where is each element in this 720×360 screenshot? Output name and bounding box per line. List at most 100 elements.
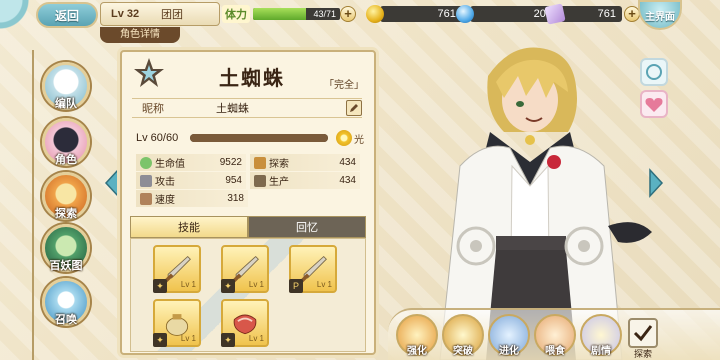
stat-explore: 探索 434 [250,154,360,171]
tab-skills[interactable]: 技能 [130,216,248,238]
evolve-button[interactable]: 进化 [488,314,530,357]
add-stamina-button[interactable]: + [340,6,356,22]
character-detail-card: 土蜘蛛 「完全」 昵称 土蜘蛛 Lv 60/60 光 生命值 9522 探索 4… [120,50,376,355]
skill-level: Lv 1 [248,334,264,343]
skill-type-badge: ✦ [221,279,235,293]
heart-icon [140,156,152,169]
ticket-amount: 761 [560,6,622,22]
explore-icon [254,156,266,169]
edit-nickname-button[interactable] [346,100,362,116]
skill-level: Lv 1 [180,334,196,343]
experience-bar-fill [190,134,328,142]
character-name: 土蜘蛛 [219,66,285,90]
crystal-currency: 202 [456,4,558,24]
checkmark-icon [633,325,653,342]
light-element-icon [336,130,352,146]
stat-value: 954 [225,175,242,186]
ticket-icon [544,3,566,25]
page-subtitle: 角色详情 [100,27,180,43]
sidebar-item-formation[interactable]: 编队 [42,62,90,110]
stat-label: 生命值 [155,159,185,170]
stat-label: 攻击 [155,177,175,188]
boot-icon [140,192,152,205]
sidebar-item-label: 召唤 [55,314,77,326]
element-label: 光 [354,134,364,146]
stat-attack: 攻击 954 [136,172,246,189]
action-label: 进化 [499,346,519,357]
enhance-button[interactable]: 强化 [396,314,438,357]
skill-type-badge: ✦ [221,333,235,347]
skill-type-badge: ✦ [153,333,167,347]
tab-memory[interactable]: 回忆 [248,216,366,238]
sidebar-item-label: 探索 [55,208,77,220]
sidebar-item-summon[interactable]: 召唤 [42,278,90,326]
stamina-label: 体力 [222,5,250,23]
main-menu-button[interactable]: 主界面 [638,0,682,30]
character-level: Lv 60/60 [136,132,179,144]
pencil-icon [350,104,358,112]
character-level-row: Lv 60/60 光 [136,130,364,146]
skill-slot[interactable]: P Lv 1 [289,245,337,293]
action-label: 突破 [453,346,473,357]
skill-type-badge: P [289,279,303,293]
gold-currency: 7616 [366,4,468,24]
nickname-label: 昵称 [142,103,164,115]
refresh-icon [646,64,662,80]
production-icon [254,174,266,187]
select-checkbox[interactable]: 探索 [628,318,658,359]
breakthrough-button[interactable]: 突破 [442,314,484,357]
star-rank-icon [134,58,164,87]
sword-icon [140,174,152,187]
stat-value: 434 [339,175,356,186]
action-label: 喂食 [545,346,565,357]
skill-slot[interactable]: ✦ Lv 1 [153,299,201,347]
player-info-panel: Lv 32 团团 [100,2,220,26]
stamina-bar: 43/71 [253,8,340,20]
stat-row: 速度 318 [136,190,364,207]
story-button[interactable]: 剧情 [580,314,622,357]
sidebar-item-label: 百妖图 [49,260,83,272]
back-button[interactable]: 返回 [36,2,98,28]
skill-slot[interactable]: ✦ Lv 1 [221,299,269,347]
complete-tag: 「完全」 [324,80,364,91]
sidebar-item-character[interactable]: 角色 [42,118,90,166]
sidebar-item-label: 角色 [55,154,77,166]
stat-value: 318 [227,193,244,204]
previous-character-arrow-icon[interactable] [104,168,120,198]
skill-level: Lv 1 [248,280,264,289]
experience-bar [190,134,328,142]
corner-decoration [0,0,42,42]
top-bar: 返回 Lv 32 团团 体力 43/71 + 7616 202 761 + 主界… [0,0,720,42]
skill-level: Lv 1 [316,280,332,289]
stat-label: 探索 [269,159,289,170]
action-label: 剧情 [591,346,611,357]
ticket-currency: 761 + [544,3,640,25]
skills-panel: ✦ Lv 1 ✦ Lv 1 P Lv 1 ✦ Lv 1 ✦ Lv 1 [130,238,366,352]
stat-value: 434 [339,157,356,168]
skill-slot[interactable]: ✦ Lv 1 [153,245,201,293]
favorite-button[interactable] [640,90,668,118]
stamina-bar-fill [253,8,307,20]
stat-label: 生产 [269,177,289,188]
stamina-value: 43/71 [313,9,336,19]
detail-tabs: 技能 回忆 [130,216,366,238]
skill-type-badge: ✦ [153,279,167,293]
stat-hp: 生命值 9522 [136,154,246,171]
skill-level: Lv 1 [180,280,196,289]
card-header: 土蜘蛛 「完全」 [122,52,374,94]
action-label: 探索 [633,349,653,359]
stat-value: 9522 [219,157,242,168]
gold-coin-icon [366,5,384,23]
sidebar-item-yokai[interactable]: 百妖图 [42,224,90,272]
sidebar-item-explore[interactable]: 探索 [42,172,90,220]
nickname-value: 土蜘蛛 [216,103,249,115]
stats-grid: 生命值 9522 探索 434 攻击 954 生产 434 速度 318 [136,154,364,208]
feed-button[interactable]: 喂食 [534,314,576,357]
stat-row: 攻击 954 生产 434 [136,172,364,189]
sidebar-item-label: 编队 [55,98,77,110]
rotate-view-button[interactable] [640,58,668,86]
crystal-icon [456,5,474,23]
skill-slot[interactable]: ✦ Lv 1 [221,245,269,293]
left-sidebar: 编队 角色 探索 百妖图 召唤 [32,50,92,360]
gold-amount: 7616 [380,6,468,22]
